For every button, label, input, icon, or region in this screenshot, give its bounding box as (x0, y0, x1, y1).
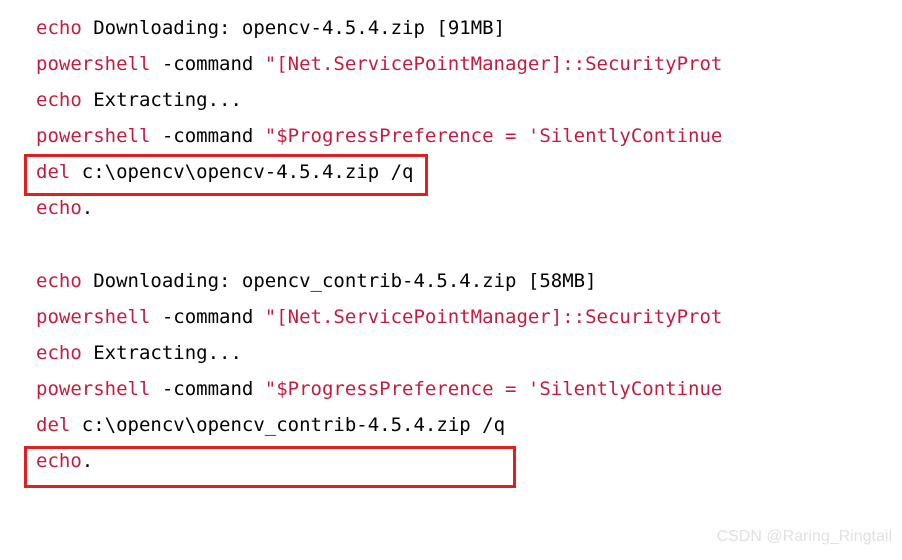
keyword-echo: echo (36, 89, 82, 111)
keyword-powershell: powershell (36, 125, 150, 147)
keyword-del: del (36, 414, 70, 436)
code-line: del c:\opencv\opencv_contrib-4.5.4.zip /… (36, 407, 902, 443)
code-string: "$ProgressPreference = 'SilentlyContinue (265, 125, 723, 147)
keyword-echo: echo (36, 270, 82, 292)
code-line: del c:\opencv\opencv-4.5.4.zip /q (36, 154, 902, 190)
code-line: echo. (36, 443, 902, 479)
code-text: . (82, 197, 93, 219)
code-text: -command (150, 53, 264, 75)
code-line: echo Downloading: opencv_contrib-4.5.4.z… (36, 263, 902, 299)
code-block: echo Downloading: opencv-4.5.4.zip [91MB… (36, 10, 902, 479)
keyword-echo: echo (36, 197, 82, 219)
code-text: Extracting... (82, 342, 242, 364)
code-string: "[Net.ServicePointManager]::SecurityProt (265, 53, 723, 75)
code-text: Extracting... (82, 89, 242, 111)
code-line: echo. (36, 190, 902, 226)
code-line: powershell -command "$ProgressPreference… (36, 371, 902, 407)
code-text: . (82, 450, 93, 472)
code-line: powershell -command "[Net.ServicePointMa… (36, 299, 902, 335)
blank-line (36, 227, 902, 263)
keyword-powershell: powershell (36, 53, 150, 75)
keyword-del: del (36, 161, 70, 183)
code-text: Downloading: opencv-4.5.4.zip [91MB] (82, 17, 505, 39)
code-line: powershell -command "[Net.ServicePointMa… (36, 46, 902, 82)
code-text: c:\opencv\opencv_contrib-4.5.4.zip /q (70, 414, 505, 436)
code-line: echo Downloading: opencv-4.5.4.zip [91MB… (36, 10, 902, 46)
code-string: "$ProgressPreference = 'SilentlyContinue (265, 378, 723, 400)
keyword-echo: echo (36, 450, 82, 472)
code-string: "[Net.ServicePointManager]::SecurityProt (265, 306, 723, 328)
code-text: -command (150, 378, 264, 400)
code-text: Downloading: opencv_contrib-4.5.4.zip [5… (82, 270, 597, 292)
keyword-powershell: powershell (36, 306, 150, 328)
code-text: c:\opencv\opencv-4.5.4.zip /q (70, 161, 413, 183)
keyword-echo: echo (36, 342, 82, 364)
code-line: echo Extracting... (36, 82, 902, 118)
keyword-echo: echo (36, 17, 82, 39)
keyword-powershell: powershell (36, 378, 150, 400)
code-text: -command (150, 125, 264, 147)
code-line: echo Extracting... (36, 335, 902, 371)
watermark: CSDN @Raring_Ringtail (717, 522, 892, 552)
code-text: -command (150, 306, 264, 328)
code-line: powershell -command "$ProgressPreference… (36, 118, 902, 154)
